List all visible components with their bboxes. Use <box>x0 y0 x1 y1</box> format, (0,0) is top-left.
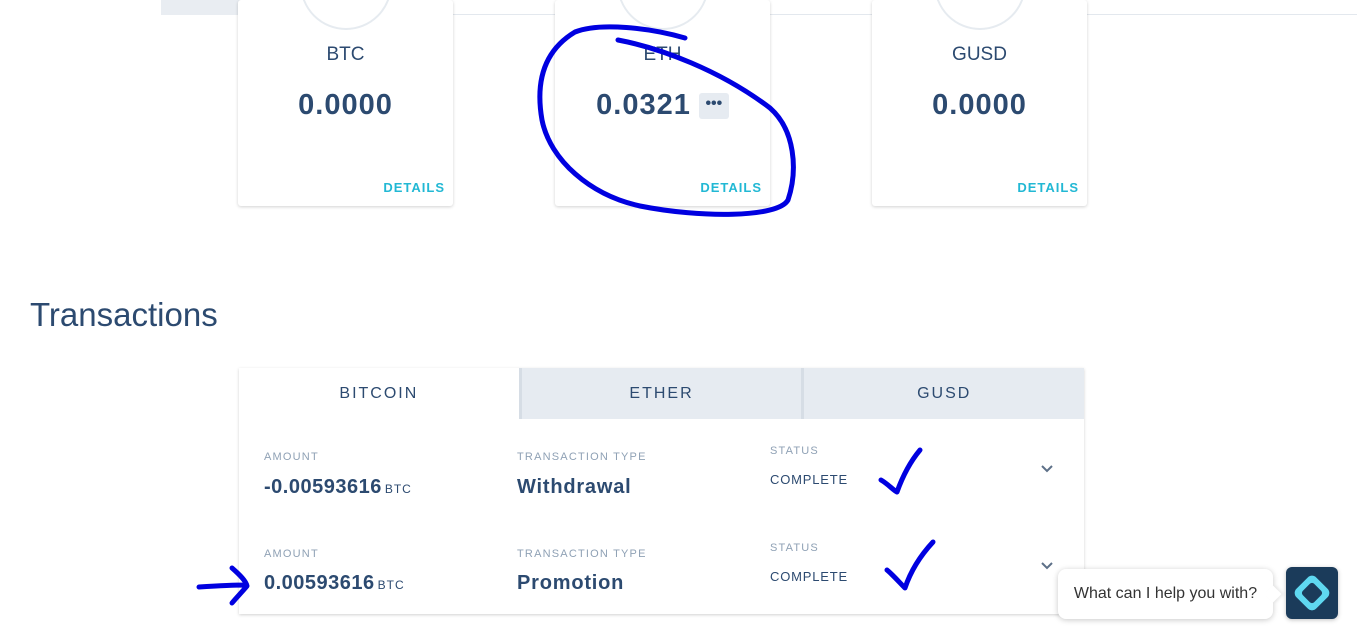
wallet-card-btc: BTC 0.0000 DETAILS <box>238 0 453 206</box>
amount-label: AMOUNT <box>264 451 319 463</box>
status-label: STATUS <box>770 542 819 554</box>
amount-value: 0.00593616 <box>264 572 375 594</box>
amount-label: AMOUNT <box>264 548 319 560</box>
transaction-status: COMPLETE <box>770 569 848 584</box>
chevron-down-icon[interactable] <box>1039 558 1055 574</box>
chat-launcher-icon[interactable] <box>1286 567 1338 619</box>
status-label: STATUS <box>770 445 819 457</box>
wallet-balance-value: 0.0321 <box>596 89 691 121</box>
wallet-balance: 0.0000 <box>872 89 1087 122</box>
chat-diamond-icon <box>1294 575 1330 611</box>
type-label: TRANSACTION TYPE <box>517 451 647 463</box>
wallet-balance-value: 0.0000 <box>932 89 1027 121</box>
chat-prompt-bubble[interactable]: What can I help you with? <box>1058 569 1273 619</box>
transactions-panel: BITCOIN ETHER GUSD AMOUNT -0.00593616 BTC… <box>239 368 1085 614</box>
amount-unit: BTC <box>377 578 405 592</box>
tab-ether[interactable]: ETHER <box>518 368 802 419</box>
transaction-status: COMPLETE <box>770 472 848 487</box>
details-link[interactable]: DETAILS <box>383 180 445 195</box>
transaction-row[interactable]: AMOUNT -0.00593616 BTC TRANSACTION TYPE W… <box>239 420 1084 516</box>
details-link[interactable]: DETAILS <box>1017 180 1079 195</box>
wallet-card-gusd: GUSD 0.0000 DETAILS <box>872 0 1087 206</box>
transaction-amount: -0.00593616 BTC <box>264 476 412 499</box>
transactions-heading: Transactions <box>30 296 218 333</box>
transaction-amount: 0.00593616 BTC <box>264 572 405 595</box>
more-horizontal-icon[interactable]: ••• <box>698 93 729 120</box>
transaction-type: Promotion <box>517 572 625 594</box>
wallet-ticker: BTC <box>326 44 365 65</box>
wallet-balance-value: 0.0000 <box>298 89 393 121</box>
transaction-row[interactable]: AMOUNT 0.00593616 BTC TRANSACTION TYPE Pr… <box>239 517 1084 613</box>
currency-tabs: BITCOIN ETHER GUSD <box>239 368 1085 419</box>
btc-coin-icon <box>300 0 392 30</box>
details-link[interactable]: DETAILS <box>700 180 762 195</box>
type-label: TRANSACTION TYPE <box>517 548 647 560</box>
wallet-balance: 0.0321 ••• <box>555 89 770 122</box>
wallet-ticker: GUSD <box>952 44 1007 65</box>
transaction-type: Withdrawal <box>517 476 632 498</box>
tab-bitcoin[interactable]: BITCOIN <box>239 368 519 419</box>
eth-coin-icon <box>617 0 709 30</box>
wallet-ticker: ETH <box>643 44 682 65</box>
amount-value: -0.00593616 <box>264 476 382 498</box>
chevron-down-icon[interactable] <box>1039 461 1055 477</box>
top-divider <box>349 14 1357 15</box>
tab-gusd[interactable]: GUSD <box>801 368 1085 419</box>
wallet-balance: 0.0000 <box>238 89 453 122</box>
amount-unit: BTC <box>384 482 412 496</box>
wallet-card-eth: ETH 0.0321 ••• DETAILS <box>555 0 770 206</box>
gusd-coin-icon <box>934 0 1026 30</box>
chat-prompt-text: What can I help you with? <box>1073 585 1258 602</box>
